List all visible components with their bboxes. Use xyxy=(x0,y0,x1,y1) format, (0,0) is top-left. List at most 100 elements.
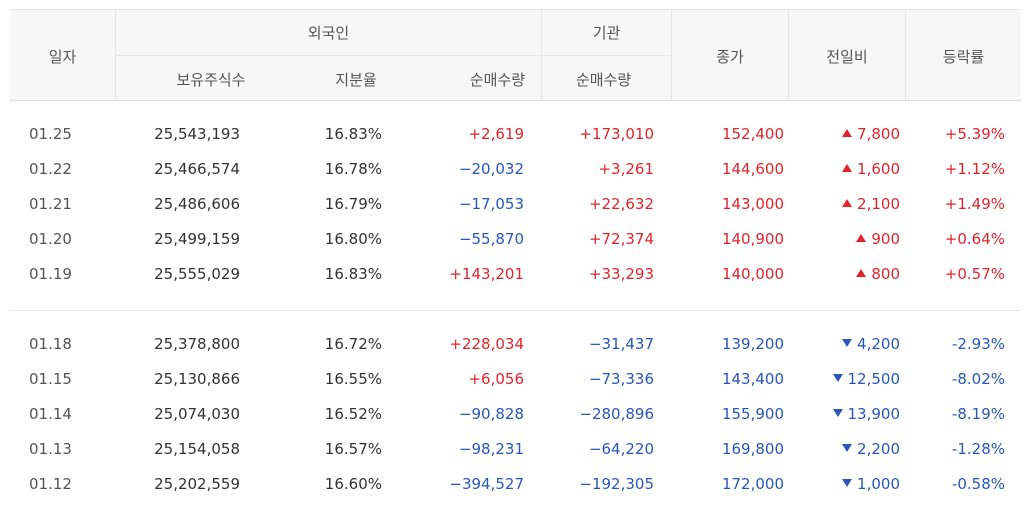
cell-inst-net: +173,010 xyxy=(579,125,654,143)
triangle-down-icon xyxy=(832,373,843,382)
row-group-1: 01.25 25,543,193 16.83% +2,619 +173,010 152,4… xyxy=(10,117,1021,292)
cell-date: 01.25 xyxy=(29,125,72,143)
change-value: 7,800 xyxy=(857,125,900,143)
cell-holdings: 25,202,559 xyxy=(154,475,240,493)
triangle-down-icon xyxy=(842,443,853,452)
cell-change: 800 xyxy=(856,257,900,292)
table-row: 01.20 25,499,159 16.80% −55,870 +72,374 140,9… xyxy=(10,222,1021,257)
table-row: 01.25 25,543,193 16.83% +2,619 +173,010 152,4… xyxy=(10,117,1021,152)
triangle-up-icon xyxy=(842,163,853,172)
cell-rate: -1.28% xyxy=(951,440,1005,458)
cell-foreign-net: −90,828 xyxy=(458,405,524,423)
triangle-up-icon xyxy=(842,198,853,207)
cell-change: 2,100 xyxy=(842,187,900,222)
header-inst-net: 순매수량 xyxy=(576,70,632,89)
triangle-down-icon xyxy=(842,478,853,487)
cell-close: 155,900 xyxy=(721,405,784,423)
table-row: 01.13 25,154,058 16.57% −98,231 −64,220 169,8… xyxy=(10,432,1021,467)
cell-holdings: 25,466,574 xyxy=(154,160,240,178)
cell-close: 143,400 xyxy=(721,370,784,388)
cell-change: 1,600 xyxy=(842,152,900,187)
cell-rate: -8.02% xyxy=(951,370,1005,388)
cell-ratio: 16.55% xyxy=(324,370,382,388)
cell-date: 01.15 xyxy=(29,370,72,388)
cell-change: 4,200 xyxy=(842,327,900,362)
table-header: 일자 외국인 기관 종가 전일비 등락률 보유주식수 지분율 순매수량 순매수량 xyxy=(10,9,1021,101)
cell-date: 01.21 xyxy=(29,195,72,213)
triangle-up-icon xyxy=(842,128,853,137)
cell-change: 2,200 xyxy=(842,432,900,467)
cell-holdings: 25,074,030 xyxy=(154,405,240,423)
cell-ratio: 16.79% xyxy=(324,195,382,213)
table-row: 01.18 25,378,800 16.72% +228,034 −31,437 139,… xyxy=(10,327,1021,362)
change-value: 1,600 xyxy=(857,160,900,178)
cell-holdings: 25,486,606 xyxy=(154,195,240,213)
cell-date: 01.13 xyxy=(29,440,72,458)
cell-holdings: 25,154,058 xyxy=(154,440,240,458)
table-row: 01.12 25,202,559 16.60% −394,527 −192,305 172… xyxy=(10,467,1021,502)
header-foreign-holdings: 보유주식수 xyxy=(176,70,246,89)
cell-close: 144,600 xyxy=(721,160,784,178)
cell-ratio: 16.52% xyxy=(324,405,382,423)
cell-foreign-net: −20,032 xyxy=(458,160,524,178)
cell-foreign-net: +6,056 xyxy=(468,370,524,388)
triangle-down-icon xyxy=(842,338,853,347)
cell-date: 01.12 xyxy=(29,475,72,493)
cell-foreign-net: −394,527 xyxy=(449,475,524,493)
cell-change: 1,000 xyxy=(842,467,900,502)
cell-change: 12,500 xyxy=(832,362,900,397)
change-value: 800 xyxy=(871,265,900,283)
change-value: 4,200 xyxy=(857,335,900,353)
cell-ratio: 16.80% xyxy=(324,230,382,248)
cell-inst-net: +72,374 xyxy=(588,230,654,248)
cell-holdings: 25,543,193 xyxy=(154,125,240,143)
cell-close: 143,000 xyxy=(721,195,784,213)
cell-rate: -0.58% xyxy=(951,475,1005,493)
header-foreign-net: 순매수량 xyxy=(469,70,525,89)
cell-rate: -8.19% xyxy=(951,405,1005,423)
cell-ratio: 16.78% xyxy=(324,160,382,178)
cell-rate: +1.49% xyxy=(944,195,1005,213)
cell-close: 139,200 xyxy=(721,335,784,353)
cell-rate: +0.64% xyxy=(944,230,1005,248)
header-change: 전일비 xyxy=(826,47,868,66)
cell-rate: -2.93% xyxy=(951,335,1005,353)
cell-inst-net: −192,305 xyxy=(579,475,654,493)
cell-change: 13,900 xyxy=(832,397,900,432)
cell-date: 01.18 xyxy=(29,335,72,353)
group-divider xyxy=(10,310,1021,311)
cell-close: 169,800 xyxy=(721,440,784,458)
cell-date: 01.20 xyxy=(29,230,72,248)
cell-close: 140,000 xyxy=(721,265,784,283)
cell-holdings: 25,499,159 xyxy=(154,230,240,248)
cell-ratio: 16.83% xyxy=(324,265,382,283)
header-foreign: 외국인 xyxy=(307,24,350,42)
cell-close: 140,900 xyxy=(721,230,784,248)
cell-inst-net: −64,220 xyxy=(588,440,654,458)
cell-inst-net: −73,336 xyxy=(588,370,654,388)
cell-foreign-net: −17,053 xyxy=(458,195,524,213)
cell-date: 01.14 xyxy=(29,405,72,423)
header-date: 일자 xyxy=(48,47,77,66)
change-value: 900 xyxy=(871,230,900,248)
cell-rate: +0.57% xyxy=(944,265,1005,283)
cell-foreign-net: +228,034 xyxy=(449,335,524,353)
change-value: 2,200 xyxy=(857,440,900,458)
cell-inst-net: −280,896 xyxy=(579,405,654,423)
cell-inst-net: +22,632 xyxy=(588,195,654,213)
cell-ratio: 16.57% xyxy=(324,440,382,458)
change-value: 2,100 xyxy=(857,195,900,213)
header-rate: 등락률 xyxy=(942,47,985,66)
cell-inst-net: −31,437 xyxy=(588,335,654,353)
header-institution: 기관 xyxy=(592,24,621,42)
row-group-2: 01.18 25,378,800 16.72% +228,034 −31,437 139,… xyxy=(10,327,1021,502)
cell-date: 01.22 xyxy=(29,160,72,178)
header-close: 종가 xyxy=(716,47,744,66)
cell-foreign-net: −55,870 xyxy=(458,230,524,248)
cell-ratio: 16.60% xyxy=(324,475,382,493)
cell-foreign-net: +2,619 xyxy=(468,125,524,143)
change-value: 1,000 xyxy=(857,475,900,493)
cell-rate: +1.12% xyxy=(944,160,1005,178)
cell-ratio: 16.83% xyxy=(324,125,382,143)
table-row: 01.14 25,074,030 16.52% −90,828 −280,896 155,… xyxy=(10,397,1021,432)
